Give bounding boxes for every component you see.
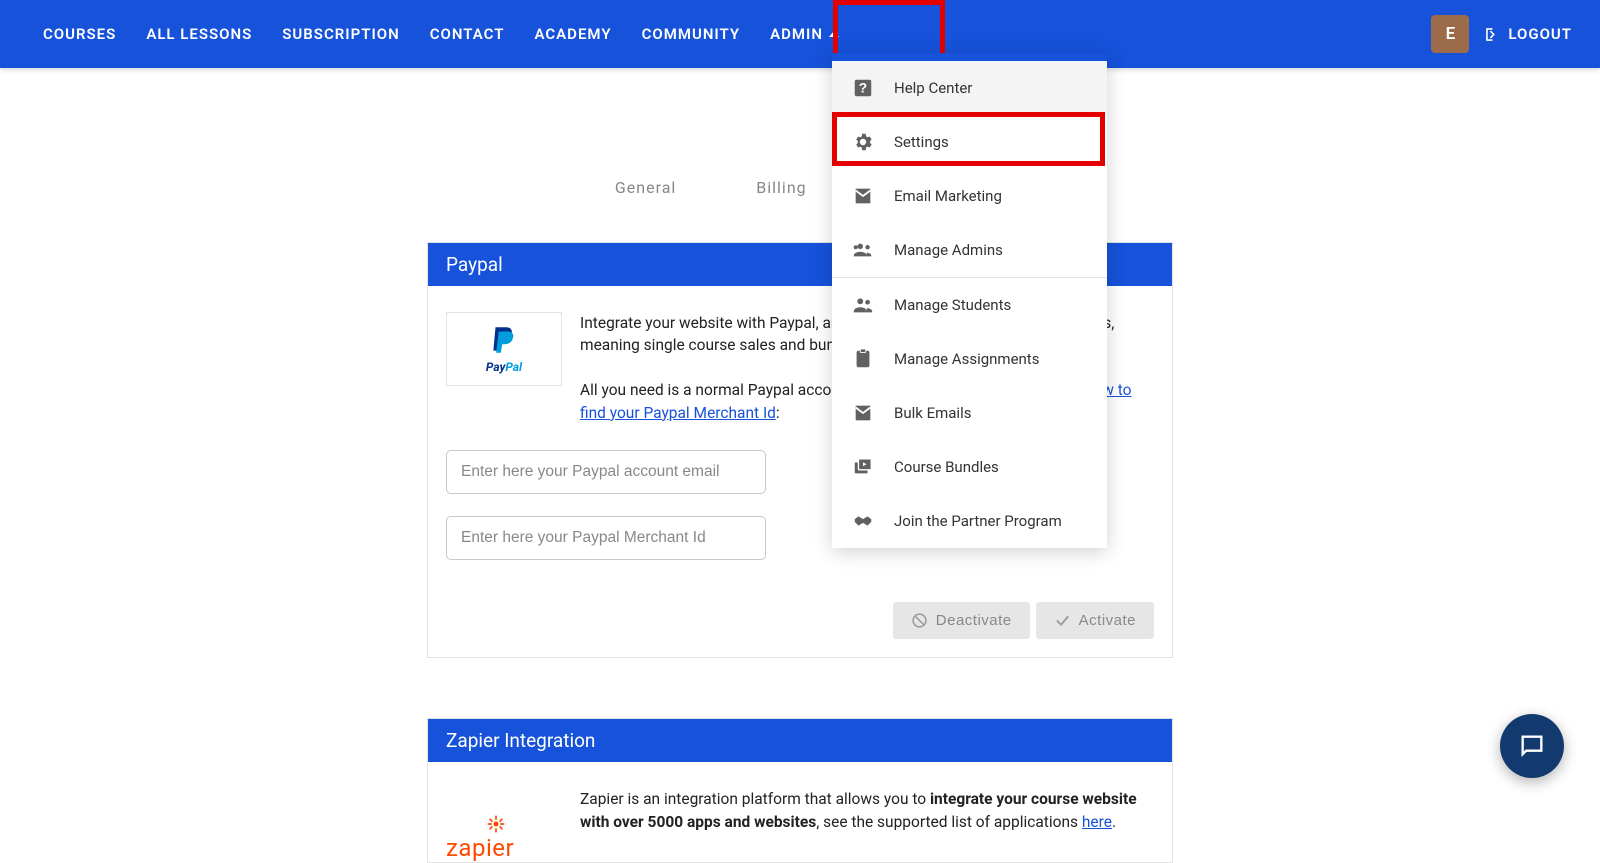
paypal-logo: PayPal [446,312,562,386]
dropdown-item-label: Course Bundles [894,458,999,476]
logout-button[interactable]: LOGOUT [1483,25,1572,44]
logout-label: LOGOUT [1508,25,1572,43]
zapier-apps-link[interactable]: here [1082,813,1112,831]
tab-general[interactable]: General [575,164,716,218]
dropdown-help-center[interactable]: ? Help Center [832,61,1107,115]
handshake-icon [852,510,874,532]
dropdown-item-label: Manage Students [894,296,1011,314]
dropdown-course-bundles[interactable]: Course Bundles [832,440,1107,494]
mail-icon [852,185,874,207]
dropdown-settings[interactable]: Settings [832,115,1107,169]
nav-admin-label: ADMIN [770,25,823,43]
nav-subscription[interactable]: SUBSCRIPTION [267,9,414,59]
gear-icon [852,131,874,153]
dropdown-partner-program[interactable]: Join the Partner Program [832,494,1107,548]
nav-all-lessons[interactable]: ALL LESSONS [131,9,267,59]
zapier-logo: zapier [446,788,562,862]
dropdown-item-label: Help Center [894,79,972,97]
nav-left: COURSES ALL LESSONS SUBSCRIPTION CONTACT… [28,9,854,59]
logout-icon [1483,25,1502,44]
avatar[interactable]: E [1431,15,1469,53]
bundle-icon [852,456,874,478]
dropdown-manage-students[interactable]: Manage Students [832,278,1107,332]
dropdown-manage-admins[interactable]: Manage Admins [832,223,1107,277]
paypal-deactivate-button[interactable]: Deactivate [893,602,1030,639]
zapier-card-title: Zapier Integration [428,719,1172,762]
nav-academy[interactable]: ACADEMY [519,9,626,59]
help-icon: ? [852,77,874,99]
people-icon [852,294,874,316]
tab-billing[interactable]: Billing [716,164,846,218]
dropdown-bulk-emails[interactable]: Bulk Emails [832,386,1107,440]
dropdown-item-label: Email Marketing [894,187,1002,205]
chat-fab[interactable] [1500,714,1564,778]
svg-text:?: ? [859,81,867,96]
dropdown-email-marketing[interactable]: Email Marketing [832,169,1107,223]
admin-dropdown: ? Help Center Settings Email Marketing M… [832,53,1107,548]
nav-right: E LOGOUT [1431,15,1572,53]
chat-icon [1518,732,1546,760]
paypal-email-input[interactable] [446,450,766,494]
paypal-activate-button[interactable]: Activate [1036,602,1154,639]
clipboard-icon [852,348,874,370]
mail-icon [852,402,874,424]
dropdown-manage-assignments[interactable]: Manage Assignments [832,332,1107,386]
dropdown-item-label: Manage Admins [894,241,1003,259]
dropdown-item-label: Settings [894,133,949,151]
groups-icon [852,239,874,261]
top-navigation: COURSES ALL LESSONS SUBSCRIPTION CONTACT… [0,0,1600,68]
block-icon [911,612,928,629]
nav-admin[interactable]: ADMIN [755,9,854,59]
zapier-card: Zapier Integration zapier Zapier is an i… [427,718,1173,863]
nav-contact[interactable]: CONTACT [415,9,520,59]
check-icon [1054,612,1071,629]
paypal-merchant-id-input[interactable] [446,516,766,560]
nav-community[interactable]: COMMUNITY [627,9,756,59]
chevron-up-icon [829,31,839,37]
dropdown-item-label: Manage Assignments [894,350,1039,368]
nav-courses[interactable]: COURSES [28,9,131,59]
dropdown-item-label: Bulk Emails [894,404,971,422]
zapier-description: Zapier is an integration platform that a… [580,788,1154,833]
dropdown-item-label: Join the Partner Program [894,512,1062,530]
